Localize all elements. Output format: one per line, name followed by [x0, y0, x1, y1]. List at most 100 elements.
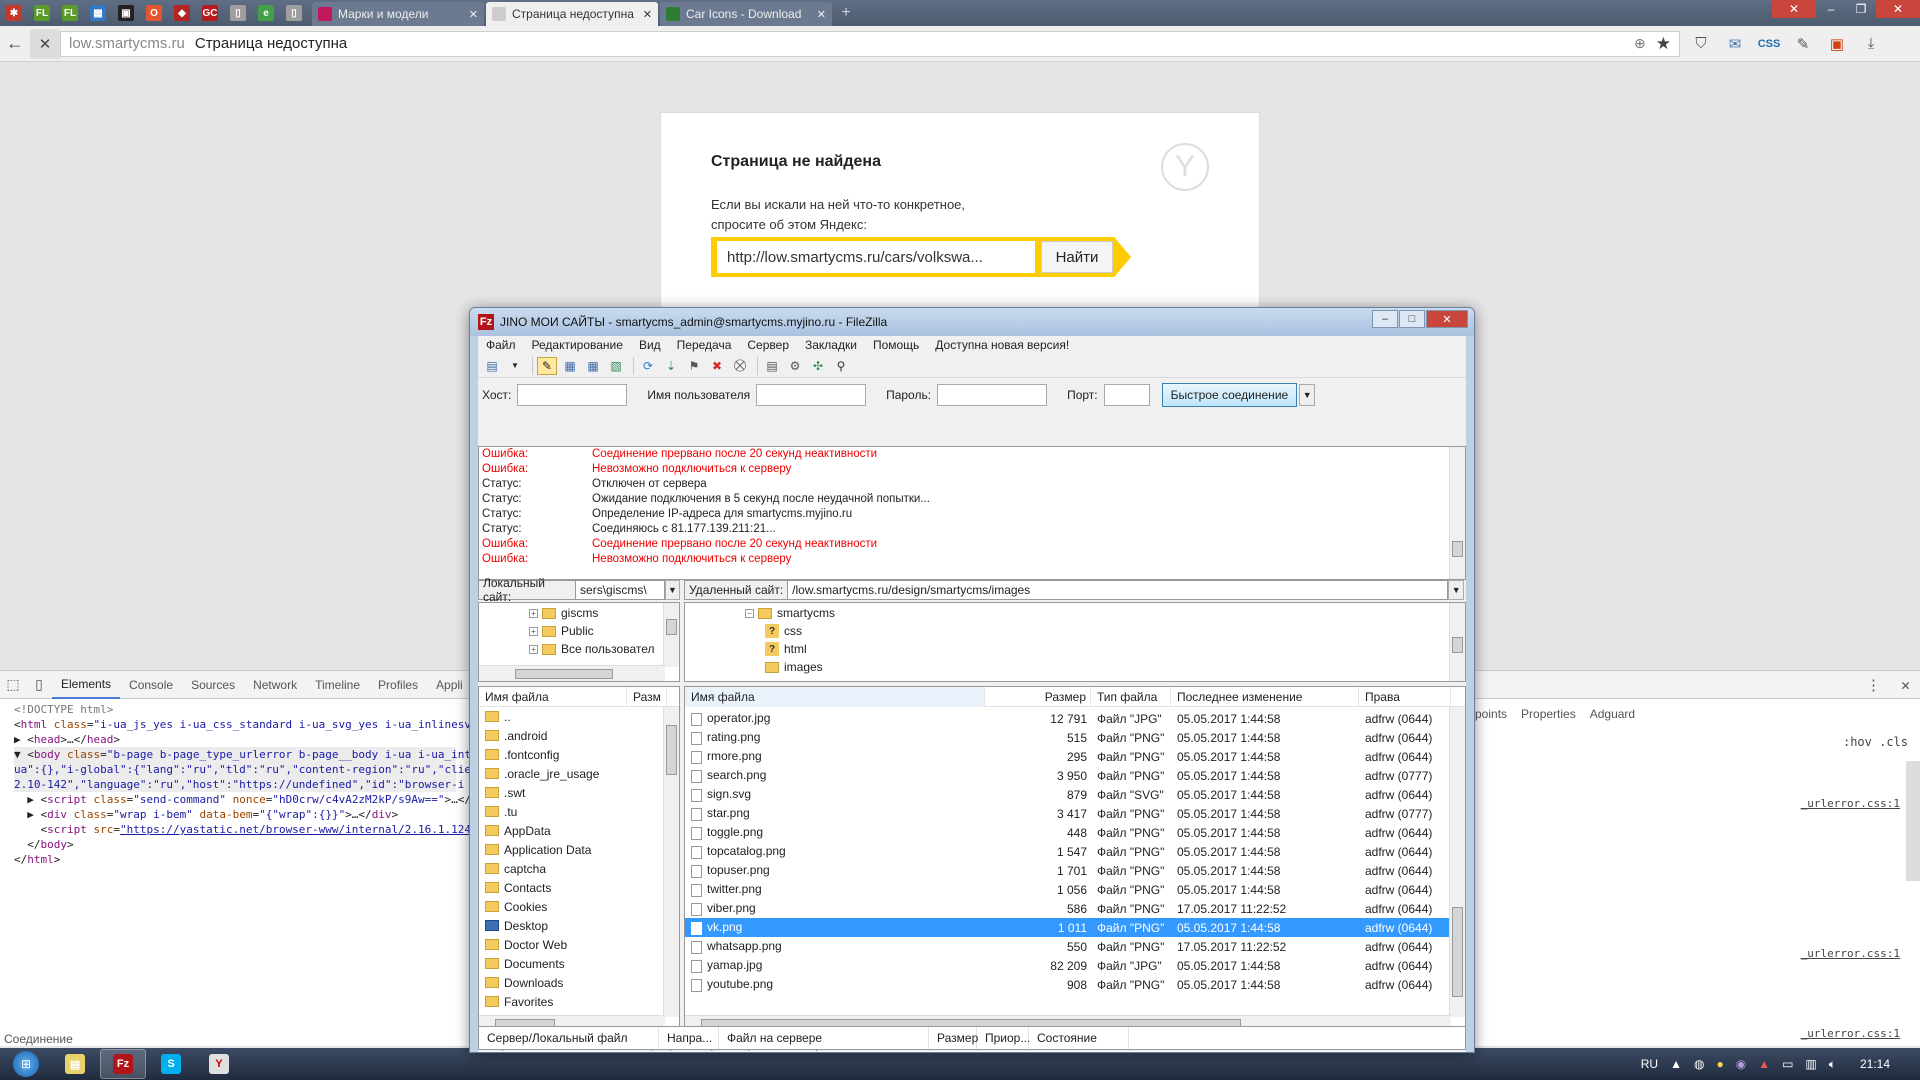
start-button[interactable]: ⊞ — [0, 1048, 52, 1080]
styles-side-tab[interactable]: Adguard — [1590, 707, 1635, 721]
pinned-tab[interactable]: GC — [196, 0, 224, 26]
pinned-tab[interactable]: FL — [28, 0, 56, 26]
quickconnect-button[interactable]: Быстрое соединение — [1161, 383, 1298, 407]
remote-col-name[interactable]: Имя файла — [685, 687, 985, 707]
browser-tab[interactable]: Страница недоступна ✕ — [486, 2, 658, 26]
dom-node-line[interactable]: ▶ <head>…</head> — [14, 732, 456, 747]
tree-item[interactable]: + giscms — [529, 604, 679, 622]
process-queue-icon[interactable]: ⇣ — [661, 357, 681, 375]
compare-icon[interactable]: ⚙ — [785, 357, 805, 375]
table-row[interactable]: sign.svg 879 Файл "SVG" 05.05.2017 1:44:58 a… — [685, 785, 1465, 804]
warning-tray-icon[interactable]: ▲ — [1758, 1057, 1770, 1071]
taskbar-app-button[interactable]: Y — [196, 1049, 242, 1079]
clock[interactable]: 21:14 — [1860, 1057, 1890, 1071]
list-item[interactable]: Contacts — [479, 878, 679, 897]
stop-loading-button[interactable]: ✕ — [30, 28, 60, 59]
message-log[interactable]: Ошибка: Соединение прервано после 20 секу… — [478, 446, 1466, 580]
edit-icon[interactable]: ✎ — [1790, 31, 1816, 57]
pinned-tab[interactable]: e — [252, 0, 280, 26]
list-item[interactable]: .fontconfig — [479, 745, 679, 764]
tab-close-icon[interactable]: ✕ — [643, 8, 652, 21]
styles-side-tab[interactable]: points — [1475, 707, 1507, 721]
network-icon[interactable]: ▥ — [1805, 1057, 1816, 1071]
expand-icon[interactable]: + — [529, 608, 538, 618]
toggle-remote-tree-icon[interactable]: ▦ — [583, 357, 603, 375]
table-row[interactable]: whatsapp.png 550 Файл "PNG" 17.05.2017 11:2… — [685, 937, 1465, 956]
local-site-dropdown[interactable]: ▼ — [664, 580, 681, 600]
pinned-tab[interactable]: ▦ — [84, 0, 112, 26]
dom-node-line[interactable]: </html> — [14, 852, 456, 867]
yellow-tray-icon[interactable]: ● — [1716, 1057, 1723, 1071]
toggle-log-icon[interactable]: ✎ — [537, 356, 557, 375]
menu-item[interactable]: Сервер — [739, 338, 797, 352]
remote-dir-tree[interactable]: − smartycms? css? html images — [684, 602, 1466, 682]
queue-col[interactable]: Приор... — [977, 1027, 1030, 1049]
list-item[interactable]: captcha — [479, 859, 679, 878]
close-app-icon[interactable]: ✕ — [1772, 0, 1816, 18]
port-input[interactable] — [1103, 384, 1150, 406]
table-row[interactable]: yamap.jpg 82 209 Файл "JPG" 05.05.2017 1:44… — [685, 956, 1465, 975]
list-item[interactable]: .oracle_jre_usage — [479, 764, 679, 783]
table-row[interactable]: topuser.png 1 701 Файл "PNG" 05.05.2017 1:4… — [685, 861, 1465, 880]
dom-node-line[interactable]: ▼ <body class="b-page b-page_type_urlerr… — [14, 747, 470, 762]
back-button[interactable]: ← — [0, 29, 30, 59]
tab-close-icon[interactable]: ✕ — [469, 8, 478, 21]
menu-item[interactable]: Вид — [631, 338, 669, 352]
devtools-tab-timeline[interactable]: Timeline — [306, 678, 369, 692]
close-window-button[interactable]: ✕ — [1876, 0, 1920, 18]
queue-col[interactable]: Файл на сервере — [719, 1027, 929, 1049]
new-tab-button[interactable]: + — [834, 2, 858, 24]
devtools-tab-sources[interactable]: Sources — [182, 678, 244, 692]
protect-icon[interactable]: ⊕ — [1634, 35, 1646, 52]
username-input[interactable] — [756, 384, 867, 406]
list-item[interactable]: .. — [479, 707, 679, 726]
local-dir-tree[interactable]: + giscms + Public + Все пользовател — [478, 602, 680, 682]
dom-node-line[interactable]: ▶ <script class="send-command" nonce="hD… — [14, 792, 470, 807]
filezilla-titlebar[interactable]: Fz JINO МОИ САЙТЫ - smartycms_admin@smar… — [470, 308, 1474, 336]
inspect-icon[interactable]: ⬚ — [0, 676, 26, 693]
menu-item[interactable]: Закладки — [797, 338, 865, 352]
table-row[interactable]: star.png 3 417 Файл "PNG" 05.05.2017 1:44:5… — [685, 804, 1465, 823]
reconnect-icon[interactable]: ⛒ — [730, 357, 750, 375]
dom-node-line[interactable]: ua":{},"i-global":{"lang":"ru","tld":"ru… — [14, 762, 470, 777]
devtools-tab-console[interactable]: Console — [120, 678, 182, 692]
list-item[interactable]: AppData — [479, 821, 679, 840]
taskbar-app-button[interactable]: S — [148, 1049, 194, 1079]
office-extension-icon[interactable]: ▣ — [1824, 31, 1850, 57]
volume-icon[interactable]: 🔈︎ — [1829, 1057, 1836, 1072]
language-indicator[interactable]: RU — [1641, 1057, 1658, 1071]
remote-col-modified[interactable]: Последнее изменение — [1171, 687, 1359, 707]
tree-item[interactable]: − smartycms — [745, 604, 1465, 622]
remote-site-dropdown[interactable]: ▼ — [1448, 580, 1465, 600]
local-col-size[interactable]: Разм — [627, 687, 667, 707]
table-row[interactable]: topcatalog.png 1 547 Файл "PNG" 05.05.2017 … — [685, 842, 1465, 861]
url-field[interactable]: low.smartycms.ru Страница недоступна ⊕ ★ — [60, 30, 1680, 57]
local-file-list[interactable]: Имя файла Разм .. .android .fontconfig .ora… — [478, 686, 680, 1032]
quickconnect-dropdown[interactable]: ▼ — [1299, 384, 1316, 406]
tab-close-icon[interactable]: ✕ — [817, 8, 826, 21]
search-button[interactable]: Найти — [1041, 241, 1113, 273]
tree-item[interactable]: ? css — [745, 622, 1465, 640]
list-item[interactable]: .swt — [479, 783, 679, 802]
search-input[interactable]: http://low.smartycms.ru/cars/volkswa... — [717, 241, 1035, 273]
dom-tree[interactable]: <!DOCTYPE html> <html class="i-ua_js_yes … — [0, 699, 470, 870]
more-icon[interactable]: ⋮ — [1866, 676, 1881, 694]
toggle-queue-icon[interactable]: ▧ — [606, 357, 626, 375]
cancel-operation-icon[interactable]: ⚑ — [684, 357, 704, 375]
table-row[interactable]: operator.jpg 12 791 Файл "JPG" 05.05.2017 1… — [685, 709, 1465, 728]
list-item[interactable]: Downloads — [479, 973, 679, 992]
refresh-icon[interactable]: ⟳ — [638, 357, 658, 375]
tree-item[interactable]: images — [745, 658, 1465, 676]
dom-node-line[interactable]: <html class="i-ua_js_yes i-ua_css_standa… — [14, 717, 470, 732]
queue-col[interactable]: Напра... — [659, 1027, 719, 1049]
remote-col-size[interactable]: Размер — [985, 687, 1091, 707]
table-row[interactable]: vk.png 1 011 Файл "PNG" 05.05.2017 1:44:58 a… — [685, 918, 1465, 937]
pinned-tab[interactable]: ▯ — [224, 0, 252, 26]
table-row[interactable]: toggle.png 448 Файл "PNG" 05.05.2017 1:44:5… — [685, 823, 1465, 842]
directory-listing-filter-icon[interactable]: ▤ — [762, 357, 782, 375]
close-devtools-icon[interactable]: ✕ — [1901, 676, 1910, 694]
devtools-tab-profiles[interactable]: Profiles — [369, 678, 427, 692]
table-row[interactable]: rmore.png 295 Файл "PNG" 05.05.2017 1:44:58… — [685, 747, 1465, 766]
table-row[interactable]: viber.png 586 Файл "PNG" 17.05.2017 11:22:5… — [685, 899, 1465, 918]
maximize-button[interactable]: □ — [1399, 310, 1425, 328]
